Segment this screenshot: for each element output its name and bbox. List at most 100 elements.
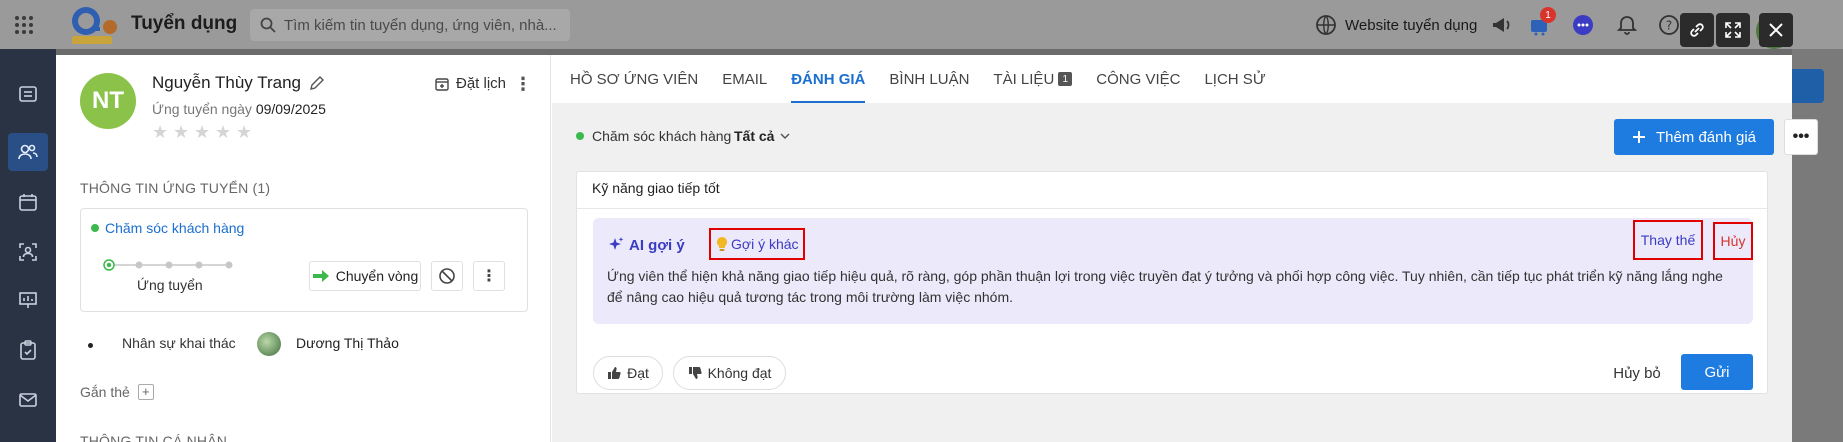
personal-section-title: THÔNG TIN CÁ NHÂN <box>80 433 228 442</box>
send-button[interactable]: Gửi <box>1681 354 1753 390</box>
tab-comments[interactable]: BÌNH LUẬN <box>889 55 969 103</box>
star-icon[interactable]: ★ <box>173 123 191 141</box>
close-modal-button[interactable] <box>1759 13 1793 47</box>
app-title: Tuyển dụng <box>131 13 238 34</box>
add-evaluation-label: Thêm đánh giá <box>1655 128 1757 146</box>
thumbs-up-icon <box>608 367 621 379</box>
stage-more-button[interactable]: ⋮ <box>473 261 505 291</box>
star-icon[interactable]: ★ <box>236 123 254 141</box>
rail-item-jobs[interactable] <box>8 75 48 113</box>
tab-label: BÌNH LUẬN <box>889 70 970 88</box>
close-icon <box>1769 23 1783 37</box>
expand-icon <box>1725 22 1741 38</box>
divider <box>577 208 1767 209</box>
arrow-right-icon <box>312 270 329 282</box>
fail-button[interactable]: Không đạt <box>673 356 786 390</box>
evaluation-text-input[interactable] <box>592 180 1492 196</box>
apps-grid-icon[interactable] <box>14 15 34 35</box>
other-suggestion-button[interactable]: Gợi ý khác <box>709 228 805 260</box>
rail-item-mail[interactable] <box>8 381 48 419</box>
search-icon <box>260 17 276 33</box>
left-navigation <box>0 49 56 442</box>
tab-tasks[interactable]: CÔNG VIỆC <box>1096 55 1180 103</box>
other-suggestion-label: Gợi ý khác <box>731 236 799 252</box>
schedule-button[interactable]: Đặt lịch <box>434 75 506 92</box>
replace-button[interactable]: Thay thế <box>1633 220 1703 260</box>
search-input[interactable] <box>284 16 564 34</box>
pass-button[interactable]: Đạt <box>593 356 663 390</box>
ai-suggestion-label: AI gợi ý <box>607 236 685 254</box>
pipeline-name-row[interactable]: Chăm sóc khách hàng <box>91 220 244 236</box>
tab-label: ĐÁNH GIÁ <box>791 70 866 88</box>
dismiss-button[interactable]: Hủy bỏ <box>1607 356 1667 390</box>
megaphone-icon[interactable] <box>1490 14 1512 36</box>
ai-suggestion-text: Ứng viên thể hiện khả năng giao tiếp hiệ… <box>607 268 1723 305</box>
tab-profile[interactable]: HỒ SƠ ỨNG VIÊN <box>570 55 698 103</box>
move-stage-label: Chuyển vòng <box>335 268 419 284</box>
owner-name[interactable]: Dương Thị Thảo <box>296 335 399 351</box>
tab-documents[interactable]: TÀI LIỆU 1 <box>993 55 1073 103</box>
rail-item-calendar[interactable] <box>8 183 48 221</box>
link-icon <box>1690 23 1704 37</box>
expand-button[interactable] <box>1716 13 1750 47</box>
schedule-label: Đặt lịch <box>456 75 507 92</box>
thumbs-down-icon <box>688 367 702 379</box>
add-evaluation-button[interactable]: Thêm đánh giá <box>1614 119 1774 155</box>
applied-date: 09/09/2025 <box>255 101 326 117</box>
rail-item-tasks[interactable] <box>8 331 48 369</box>
rail-item-interview[interactable] <box>8 233 48 271</box>
tab-history[interactable]: LỊCH SỬ <box>1204 55 1265 103</box>
globe-icon <box>1316 15 1336 35</box>
pass-label: Đạt <box>627 365 649 381</box>
global-search[interactable] <box>250 9 570 41</box>
block-icon <box>439 268 455 284</box>
evaluation-filter-select[interactable]: Tất cả <box>734 128 790 144</box>
add-tag-icon[interactable]: + <box>137 384 154 400</box>
more-vertical-icon[interactable]: ⋮ <box>514 75 532 93</box>
more-horizontal-icon[interactable]: ••• <box>1784 119 1818 155</box>
tab-evaluation[interactable]: ĐÁNH GIÁ <box>791 55 866 103</box>
owner-label: Nhân sự khai thác <box>122 335 236 351</box>
star-icon[interactable]: ★ <box>215 123 233 141</box>
reject-button[interactable] <box>431 261 463 291</box>
star-icon[interactable]: ★ <box>152 123 170 141</box>
pipeline-filter: Chăm sóc khách hàng <box>576 128 731 144</box>
status-dot <box>91 224 99 232</box>
detail-tabs: HỒ SƠ ỨNG VIÊN EMAIL ĐÁNH GIÁ BÌNH LUẬN … <box>552 55 1792 103</box>
tab-label: HỒ SƠ ỨNG VIÊN <box>570 70 699 88</box>
pipeline-name: Chăm sóc khách hàng <box>105 220 245 236</box>
bell-icon[interactable] <box>1616 14 1638 36</box>
mail-icon <box>19 393 37 407</box>
app-topbar: Tuyển dụng Website tuyển dụng 1 ? <box>0 0 1843 49</box>
chevron-down-icon <box>780 133 790 140</box>
ai-suggestion-box: AI gợi ý Gợi ý khác Thay thế Hủy Ứng viê… <box>593 218 1753 324</box>
edit-icon[interactable] <box>309 75 325 91</box>
candidate-name-row: Nguyễn Thùy Trang <box>152 73 325 93</box>
move-stage-button[interactable]: Chuyển vòng <box>309 261 421 291</box>
tab-email[interactable]: EMAIL <box>722 55 767 103</box>
rail-item-candidates[interactable] <box>8 133 48 171</box>
applied-date-row: Ứng tuyển ngày 09/09/2025 <box>152 101 326 117</box>
background-content <box>1792 49 1843 442</box>
bullet <box>88 343 93 348</box>
stage-progress <box>103 259 233 271</box>
cancel-suggestion-button[interactable]: Hủy <box>1713 222 1753 260</box>
application-section-title: THÔNG TIN ỨNG TUYỂN (1) <box>80 180 271 196</box>
chat-icon[interactable] <box>1572 14 1594 36</box>
rating-stars[interactable]: ★ ★ ★ ★ ★ <box>152 123 254 141</box>
tab-label: CÔNG VIỆC <box>1096 70 1181 88</box>
list-icon <box>19 86 37 102</box>
applied-prefix: Ứng tuyển ngày <box>152 101 252 117</box>
copy-link-button[interactable] <box>1680 13 1714 47</box>
help-icon[interactable]: ? <box>1658 14 1680 36</box>
users-icon <box>18 144 38 160</box>
website-link[interactable]: Website tuyển dụng <box>1315 14 1477 36</box>
svg-text:?: ? <box>1666 19 1672 33</box>
calendar-icon <box>19 194 37 211</box>
tab-label: EMAIL <box>722 70 768 88</box>
presentation-icon <box>19 292 37 308</box>
plus-icon <box>1632 131 1645 143</box>
star-icon[interactable]: ★ <box>194 123 212 141</box>
status-dot <box>576 132 584 140</box>
rail-item-reports[interactable] <box>8 281 48 319</box>
